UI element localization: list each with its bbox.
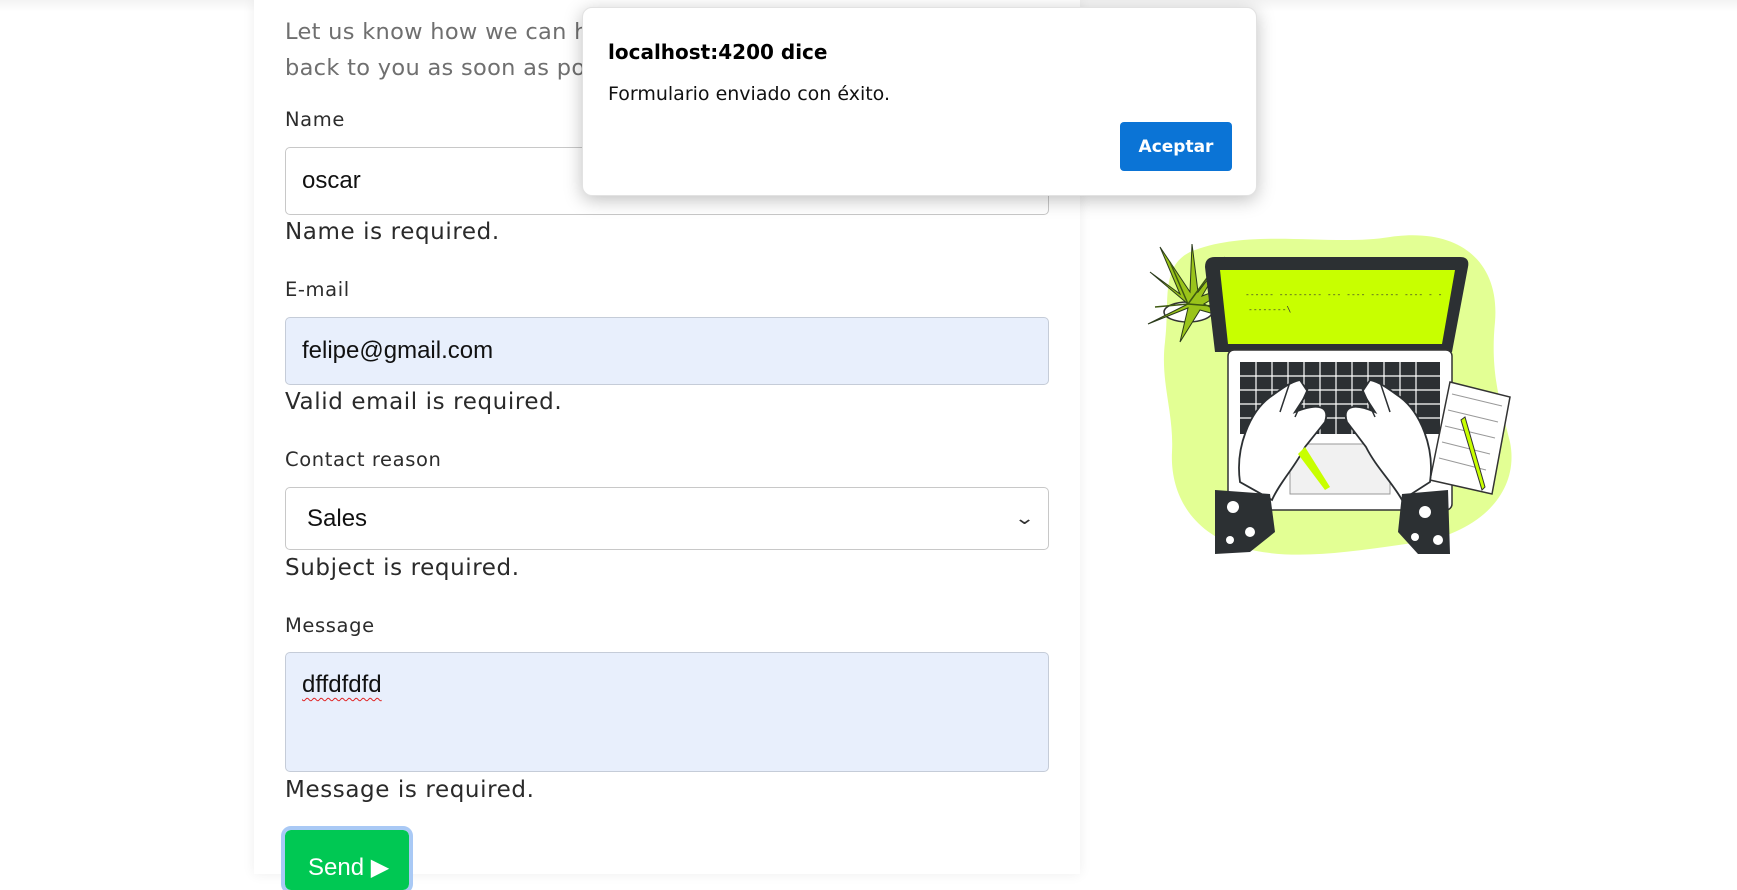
message-textarea[interactable]: dffdfdfd [285,652,1049,772]
contact-reason-value: Sales [307,504,368,532]
laptop-screen-text-2: --------\ [1248,305,1292,314]
name-label: Name [285,108,345,131]
reason-label: Contact reason [285,448,442,471]
dialog-title: localhost:4200 dice [608,40,828,64]
email-label: E-mail [285,278,350,301]
message-textarea-value: dffdfdfd [302,671,382,698]
accept-button[interactable]: Aceptar [1120,122,1232,171]
person-typing-on-laptop-illustration: ------ --------- --- ---- ------ ---- - … [1147,235,1512,555]
alert-dialog: localhost:4200 dice Formulario enviado c… [582,7,1257,196]
chevron-down-icon: ⌄ [1013,508,1036,528]
contact-reason-select[interactable]: Sales ⌄ [285,487,1049,550]
message-label: Message [285,614,375,637]
reason-error: Subject is required. [285,555,520,581]
message-error: Message is required. [285,777,535,803]
email-input[interactable]: felipe@gmail.com [285,317,1049,385]
email-input-value: felipe@gmail.com [302,337,494,364]
dialog-message: Formulario enviado con éxito. [608,83,891,105]
name-error: Name is required. [285,219,500,245]
email-error: Valid email is required. [285,389,563,415]
send-button[interactable]: Send ▶ [281,826,413,890]
name-input-value: oscar [302,167,361,194]
laptop-screen-text-1: ------ --------- --- ---- ------ ---- - … [1245,290,1442,299]
